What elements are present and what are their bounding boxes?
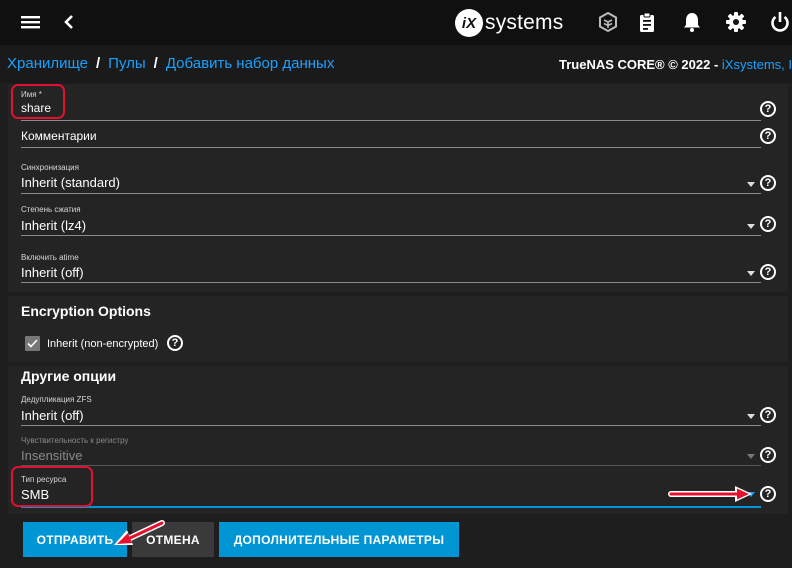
- arrow-to-submit-icon: [114, 520, 165, 545]
- annotation-arrows: [114, 486, 752, 545]
- arrow-to-caret-icon: [668, 486, 752, 502]
